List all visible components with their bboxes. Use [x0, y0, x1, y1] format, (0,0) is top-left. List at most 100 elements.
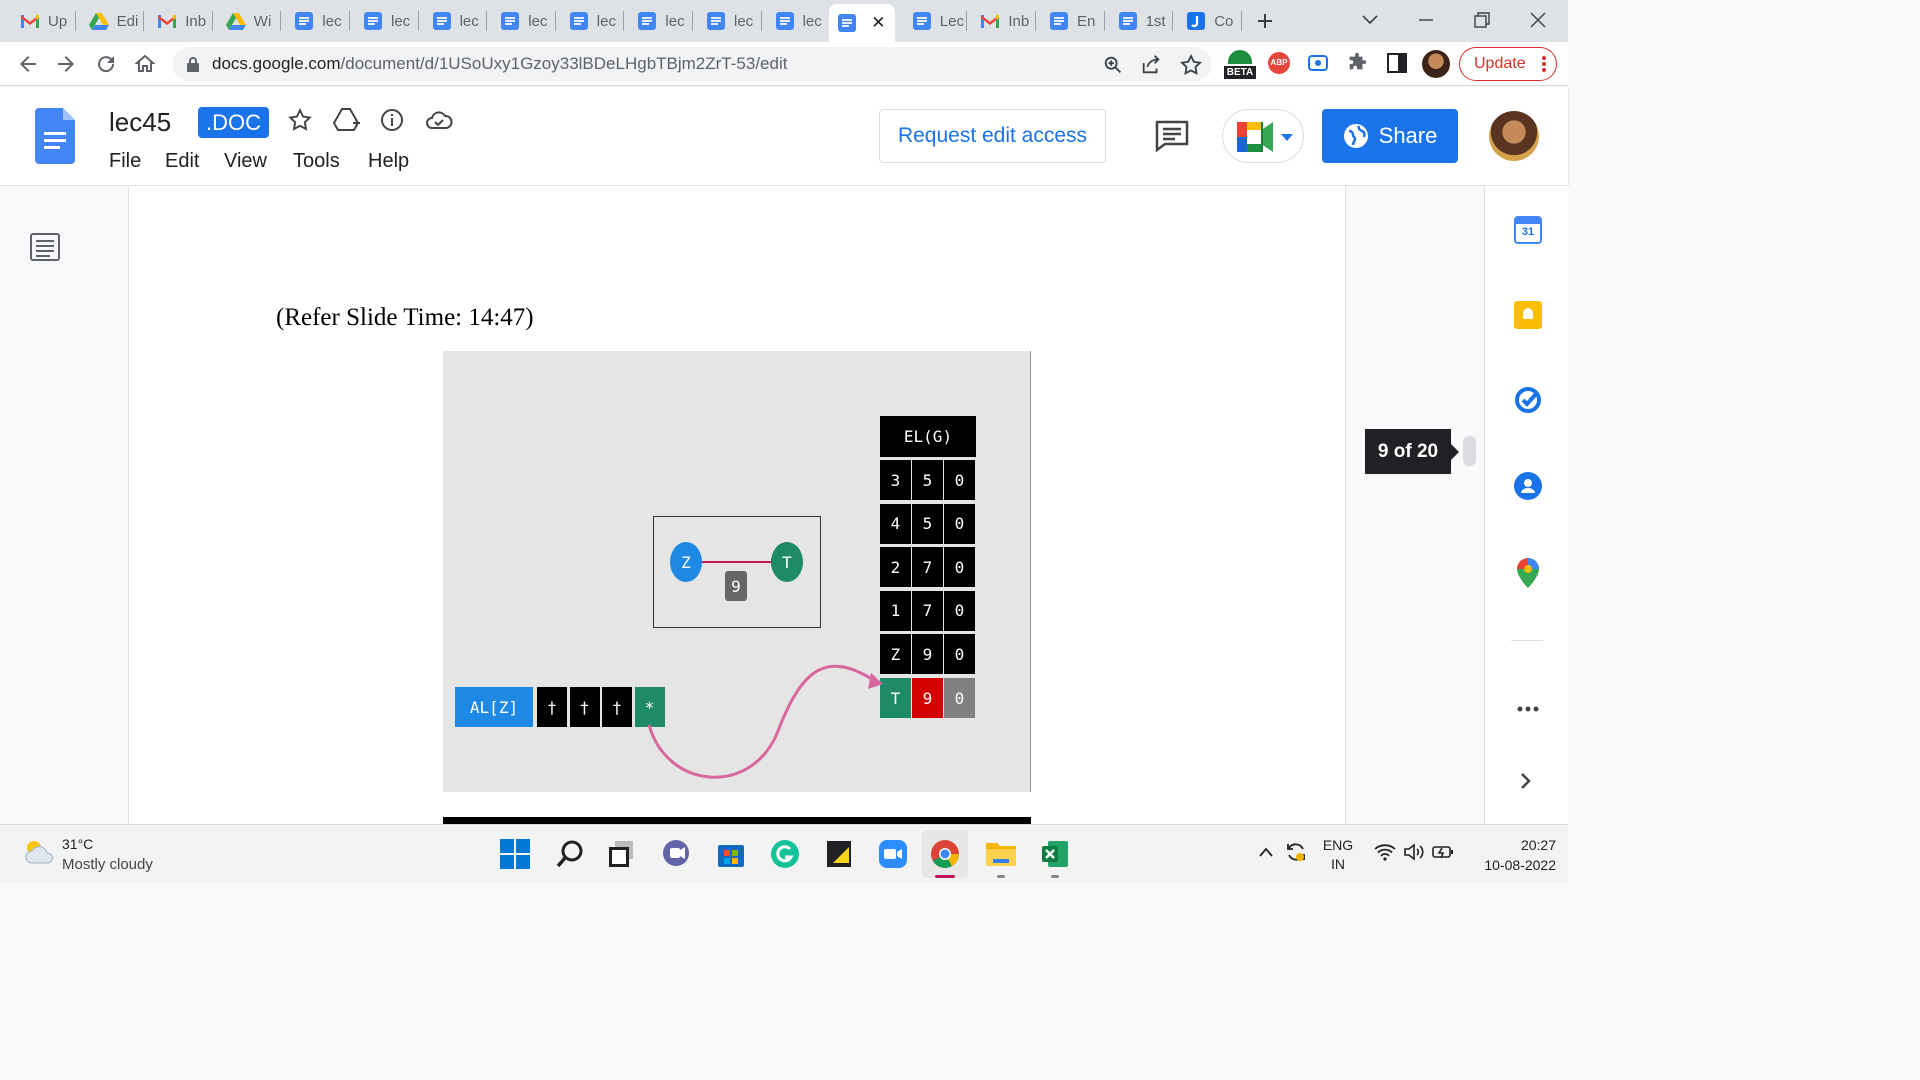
sync-icon[interactable] — [1285, 841, 1307, 863]
browser-tab[interactable]: lec — [355, 6, 415, 36]
browser-tab[interactable]: Wi — [218, 6, 278, 36]
back-icon[interactable] — [16, 52, 40, 76]
comments-icon[interactable] — [1155, 120, 1189, 152]
document-page[interactable]: (Refer Slide Time: 14:47) Z T 9 EL(G) 35… — [128, 186, 1346, 824]
bookmark-star-icon[interactable] — [1179, 53, 1203, 77]
file-explorer-icon[interactable] — [985, 839, 1017, 867]
share-button[interactable]: Share — [1322, 109, 1458, 163]
browser-tab[interactable]: Up — [12, 6, 72, 36]
browser-tab[interactable]: 1st — [1110, 6, 1170, 36]
browser-tab[interactable]: En — [1041, 6, 1101, 36]
menu-file[interactable]: File — [109, 150, 141, 173]
tab-separator — [760, 11, 762, 31]
gmail-icon — [980, 11, 1000, 31]
menu-help[interactable]: Help — [368, 150, 409, 173]
restore-icon[interactable] — [1474, 12, 1490, 33]
excel-icon[interactable] — [1040, 839, 1070, 869]
browser-tab[interactable]: Inb — [972, 6, 1032, 36]
update-label: Update — [1474, 55, 1526, 72]
share-page-icon[interactable] — [1140, 54, 1162, 76]
scrollbar-thumb[interactable] — [1463, 436, 1476, 466]
keep-icon[interactable] — [1514, 301, 1542, 329]
expand-panel-icon[interactable] — [1520, 772, 1532, 790]
add-to-drive-icon[interactable] — [333, 107, 361, 133]
browser-tab[interactable]: lec — [424, 6, 484, 36]
tab-separator — [554, 11, 556, 31]
adblock-icon[interactable]: ABP — [1268, 52, 1290, 74]
forward-icon[interactable] — [54, 52, 78, 76]
request-edit-access-button[interactable]: Request edit access — [879, 109, 1106, 163]
tab-separator — [966, 11, 968, 31]
tab-label: En — [1077, 12, 1096, 30]
zoom-icon[interactable] — [1102, 54, 1124, 76]
weather-icon[interactable] — [22, 837, 54, 865]
close-window-icon[interactable] — [1530, 12, 1546, 33]
screen-record-icon[interactable] — [1308, 53, 1328, 73]
more-horiz-icon[interactable] — [1517, 706, 1539, 712]
browser-tab[interactable]: lec — [492, 6, 552, 36]
side-panel-icon[interactable] — [1387, 53, 1407, 73]
document-title[interactable]: lec45 — [109, 107, 171, 138]
tab-search-icon[interactable] — [1362, 12, 1378, 30]
document-canvas: (Refer Slide Time: 14:47) Z T 9 EL(G) 35… — [0, 186, 1484, 824]
grammarly-icon[interactable] — [770, 839, 800, 869]
minimize-icon[interactable] — [1418, 12, 1434, 33]
meet-button[interactable] — [1222, 109, 1304, 163]
language-indicator[interactable]: ENG IN — [1318, 836, 1358, 874]
update-button[interactable]: Update — [1459, 47, 1557, 81]
address-bar[interactable]: docs.google.com/document/d/1USoUxy1Gzoy3… — [172, 47, 1212, 81]
home-icon[interactable] — [133, 52, 157, 76]
task-view-icon[interactable] — [607, 839, 635, 869]
menu-edit[interactable]: Edit — [165, 150, 199, 173]
pointer-curve-arrow — [647, 664, 883, 779]
cloud-saved-icon[interactable] — [425, 109, 453, 131]
clock[interactable]: 20:27 10-08-2022 — [1466, 835, 1556, 875]
search-icon[interactable] — [555, 839, 585, 869]
menu-view[interactable]: View — [224, 150, 267, 173]
browser-tab[interactable]: Inb — [149, 6, 209, 36]
zoom-app-icon[interactable] — [878, 839, 908, 869]
contacts-icon[interactable] — [1514, 472, 1542, 500]
sticky-notes-icon[interactable] — [825, 839, 853, 869]
url-path: /document/d/1USoUxy1Gzoy33lBDeLHgbTBjm2Z… — [340, 54, 788, 73]
tab-separator — [349, 11, 350, 31]
calendar-icon[interactable]: 31 — [1514, 216, 1542, 244]
browser-tab[interactable]: ✕ — [829, 4, 896, 42]
wifi-icon[interactable] — [1374, 843, 1396, 861]
panel-divider — [1511, 640, 1543, 641]
browser-tab[interactable]: Edi — [81, 6, 141, 36]
browser-tab[interactable]: lec — [767, 6, 827, 36]
docs-logo-icon[interactable] — [35, 108, 75, 164]
document-outline-icon[interactable] — [30, 233, 60, 261]
beta-extension-icon[interactable]: BETA — [1224, 50, 1256, 80]
browser-tab[interactable]: lec — [561, 6, 621, 36]
docs-icon — [432, 11, 452, 31]
browser-tab[interactable]: lec — [629, 6, 689, 36]
tasks-icon[interactable] — [1514, 386, 1542, 414]
star-icon[interactable] — [287, 107, 313, 133]
explorer-indicator — [997, 875, 1005, 878]
close-tab-icon[interactable]: ✕ — [871, 13, 885, 33]
ms-store-icon[interactable] — [716, 839, 746, 869]
teams-chat-icon[interactable] — [661, 839, 691, 869]
lock-icon[interactable] — [186, 56, 200, 72]
tab-label: Up — [48, 12, 68, 30]
menu-tools[interactable]: Tools — [293, 150, 340, 173]
profile-avatar[interactable] — [1422, 50, 1450, 78]
new-tab-icon[interactable] — [1256, 12, 1274, 35]
browser-tab[interactable]: Co — [1178, 6, 1238, 36]
extensions-icon[interactable] — [1346, 52, 1368, 74]
browser-tab[interactable]: lec — [698, 6, 758, 36]
account-avatar[interactable] — [1489, 111, 1539, 161]
info-icon[interactable] — [380, 108, 404, 132]
reload-icon[interactable] — [94, 52, 118, 76]
windows-start-icon[interactable] — [500, 839, 530, 869]
jamboard-icon — [1186, 11, 1206, 31]
show-hidden-icons-icon[interactable] — [1259, 847, 1273, 857]
volume-icon[interactable] — [1403, 843, 1425, 861]
battery-icon[interactable] — [1432, 844, 1454, 860]
windows-taskbar: 31°C Mostly cloudy ENG IN 20:27 10-08-20… — [0, 824, 1568, 882]
browser-tab[interactable]: Lec — [904, 6, 964, 36]
browser-tab[interactable]: lec — [286, 6, 346, 36]
maps-icon[interactable] — [1516, 558, 1540, 588]
